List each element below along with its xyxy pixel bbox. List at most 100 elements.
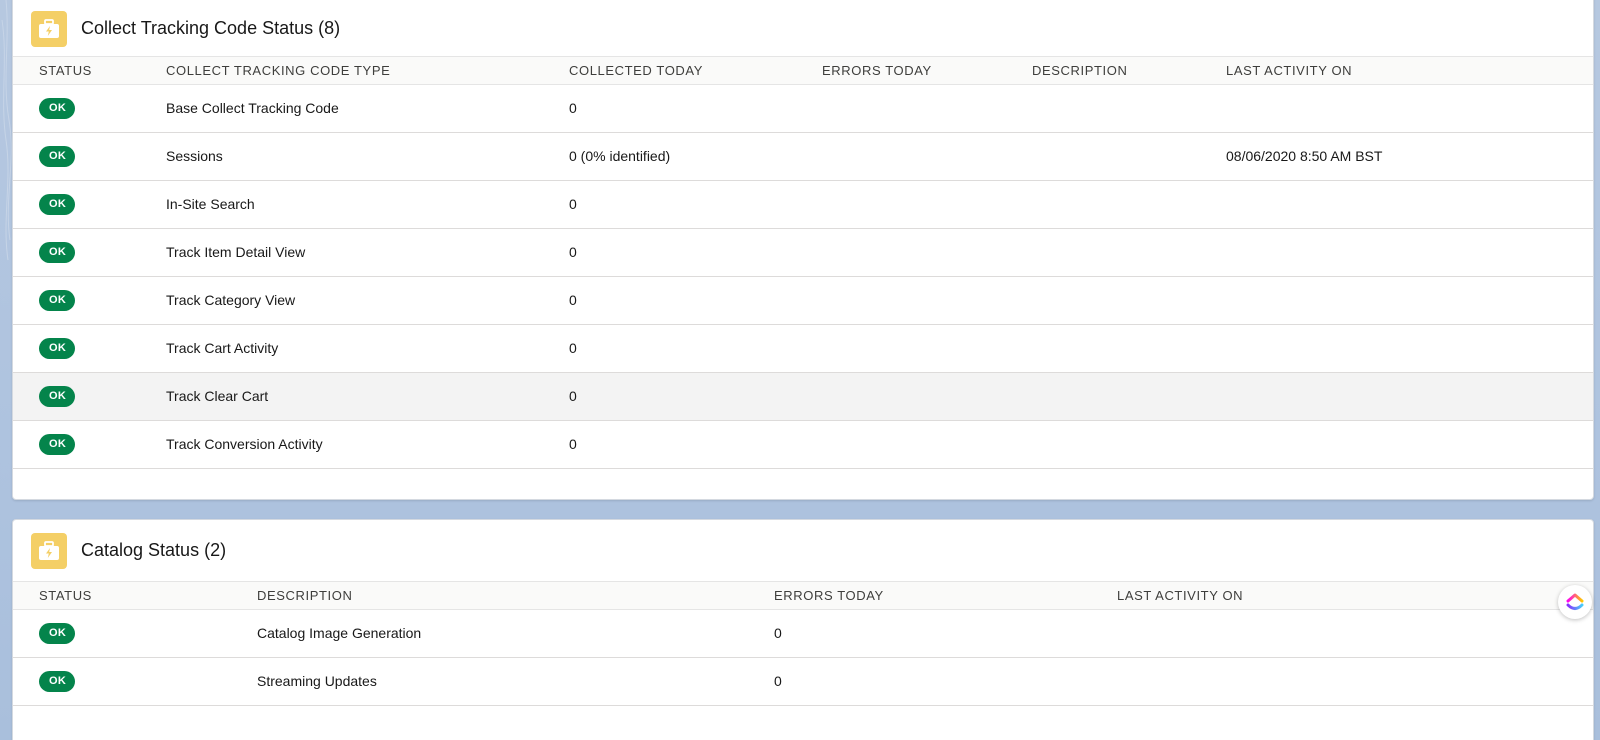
description-cell xyxy=(1006,84,1200,133)
column-header-collected-today[interactable]: COLLECTED TODAY xyxy=(543,57,796,85)
type-cell: Track Clear Cart xyxy=(140,372,543,421)
status-cell: OK xyxy=(13,420,140,469)
collected-cell: 0 xyxy=(543,180,796,229)
status-cell: OK xyxy=(13,132,140,181)
errors-cell xyxy=(796,420,1006,469)
table-row: OK Track Category View 0 xyxy=(13,276,1593,325)
collected-cell: 0 xyxy=(543,228,796,277)
description-cell: Catalog Image Generation xyxy=(231,609,748,658)
status-badge: OK xyxy=(39,241,76,263)
collected-cell: 0 xyxy=(543,372,796,421)
catalog-status-table: STATUS DESCRIPTION ERRORS TODAY LAST ACT… xyxy=(13,582,1593,706)
tracking-card-title: Collect Tracking Code Status (8) xyxy=(81,18,341,38)
column-header-errors-today[interactable]: ERRORS TODAY xyxy=(748,582,1091,610)
tracking-status-table: STATUS COLLECT TRACKING CODE TYPE COLLEC… xyxy=(13,57,1593,469)
last-activity-cell xyxy=(1200,372,1593,421)
errors-cell xyxy=(796,324,1006,373)
last-activity-cell: 08/06/2020 8:50 AM BST xyxy=(1200,132,1593,181)
status-badge: OK xyxy=(39,145,76,167)
status-cell: OK xyxy=(13,84,140,133)
status-badge: OK xyxy=(39,622,76,644)
column-header-last-activity[interactable]: LAST ACTIVITY ON xyxy=(1200,57,1593,85)
description-cell: Streaming Updates xyxy=(231,657,748,706)
type-cell: Sessions xyxy=(140,132,543,181)
errors-cell: 0 xyxy=(748,657,1091,706)
description-cell xyxy=(1006,132,1200,181)
last-activity-cell xyxy=(1200,324,1593,373)
description-cell xyxy=(1006,324,1200,373)
column-header-status[interactable]: STATUS xyxy=(13,582,231,610)
status-cell: OK xyxy=(13,609,231,658)
description-cell xyxy=(1006,276,1200,325)
type-cell: Track Cart Activity xyxy=(140,324,543,373)
description-cell xyxy=(1006,180,1200,229)
catalog-card-title: Catalog Status (2) xyxy=(81,540,227,560)
type-cell: In-Site Search xyxy=(140,180,543,229)
column-header-status[interactable]: STATUS xyxy=(13,57,140,85)
description-cell xyxy=(1006,420,1200,469)
clickup-logo-icon xyxy=(1566,593,1584,610)
table-row: OK Catalog Image Generation 0 xyxy=(13,609,1593,658)
type-cell: Track Conversion Activity xyxy=(140,420,543,469)
column-header-last-activity[interactable]: LAST ACTIVITY ON xyxy=(1091,582,1593,610)
catalog-status-card: Catalog Status (2) STATUS DESCRIPTION ER… xyxy=(12,519,1594,740)
clickup-widget-button[interactable] xyxy=(1558,585,1592,619)
errors-cell xyxy=(796,228,1006,277)
errors-cell xyxy=(796,276,1006,325)
background-pattern xyxy=(1,0,12,261)
table-row: OK Base Collect Tracking Code 0 xyxy=(13,84,1593,133)
table-header-row: STATUS COLLECT TRACKING CODE TYPE COLLEC… xyxy=(13,57,1593,85)
collected-cell: 0 xyxy=(543,276,796,325)
description-cell xyxy=(1006,372,1200,421)
type-cell: Track Item Detail View xyxy=(140,228,543,277)
last-activity-cell xyxy=(1200,420,1593,469)
tracking-card-header: Collect Tracking Code Status (8) xyxy=(13,0,1593,57)
table-row: OK Sessions 0 (0% identified) 08/06/2020… xyxy=(13,132,1593,181)
last-activity-cell xyxy=(1200,276,1593,325)
status-cell: OK xyxy=(13,372,140,421)
last-activity-cell xyxy=(1200,84,1593,133)
type-cell: Base Collect Tracking Code xyxy=(140,84,543,133)
collected-cell: 0 xyxy=(543,324,796,373)
column-header-description[interactable]: DESCRIPTION xyxy=(231,582,748,610)
collected-cell: 0 (0% identified) xyxy=(543,132,796,181)
last-activity-cell xyxy=(1200,228,1593,277)
column-header-type[interactable]: COLLECT TRACKING CODE TYPE xyxy=(140,57,543,85)
table-row: OK In-Site Search 0 xyxy=(13,180,1593,229)
errors-cell: 0 xyxy=(748,609,1091,658)
briefcase-bolt-icon xyxy=(31,532,67,569)
last-activity-cell xyxy=(1091,657,1593,706)
catalog-card-header: Catalog Status (2) xyxy=(13,520,1593,582)
table-header-row: STATUS DESCRIPTION ERRORS TODAY LAST ACT… xyxy=(13,582,1593,610)
errors-cell xyxy=(796,180,1006,229)
table-row: OK Track Cart Activity 0 xyxy=(13,324,1593,373)
last-activity-cell xyxy=(1200,180,1593,229)
table-row: OK Track Clear Cart 0 xyxy=(13,372,1593,421)
description-cell xyxy=(1006,228,1200,277)
status-cell: OK xyxy=(13,324,140,373)
status-cell: OK xyxy=(13,276,140,325)
status-badge: OK xyxy=(39,97,76,119)
status-cell: OK xyxy=(13,657,231,706)
errors-cell xyxy=(796,84,1006,133)
status-cell: OK xyxy=(13,228,140,277)
status-badge: OK xyxy=(39,337,76,359)
status-badge: OK xyxy=(39,385,76,407)
collected-cell: 0 xyxy=(543,84,796,133)
table-row: OK Track Conversion Activity 0 xyxy=(13,420,1593,469)
briefcase-bolt-icon xyxy=(31,10,67,47)
errors-cell xyxy=(796,372,1006,421)
type-cell: Track Category View xyxy=(140,276,543,325)
status-badge: OK xyxy=(39,289,76,311)
status-badge: OK xyxy=(39,433,76,455)
status-badge: OK xyxy=(39,193,76,215)
status-badge: OK xyxy=(39,670,76,692)
table-row: OK Track Item Detail View 0 xyxy=(13,228,1593,277)
tracking-status-card: Collect Tracking Code Status (8) STATUS … xyxy=(12,0,1594,500)
status-cell: OK xyxy=(13,180,140,229)
last-activity-cell xyxy=(1091,609,1593,658)
column-header-description[interactable]: DESCRIPTION xyxy=(1006,57,1200,85)
column-header-errors-today[interactable]: ERRORS TODAY xyxy=(796,57,1006,85)
errors-cell xyxy=(796,132,1006,181)
table-row: OK Streaming Updates 0 xyxy=(13,657,1593,706)
